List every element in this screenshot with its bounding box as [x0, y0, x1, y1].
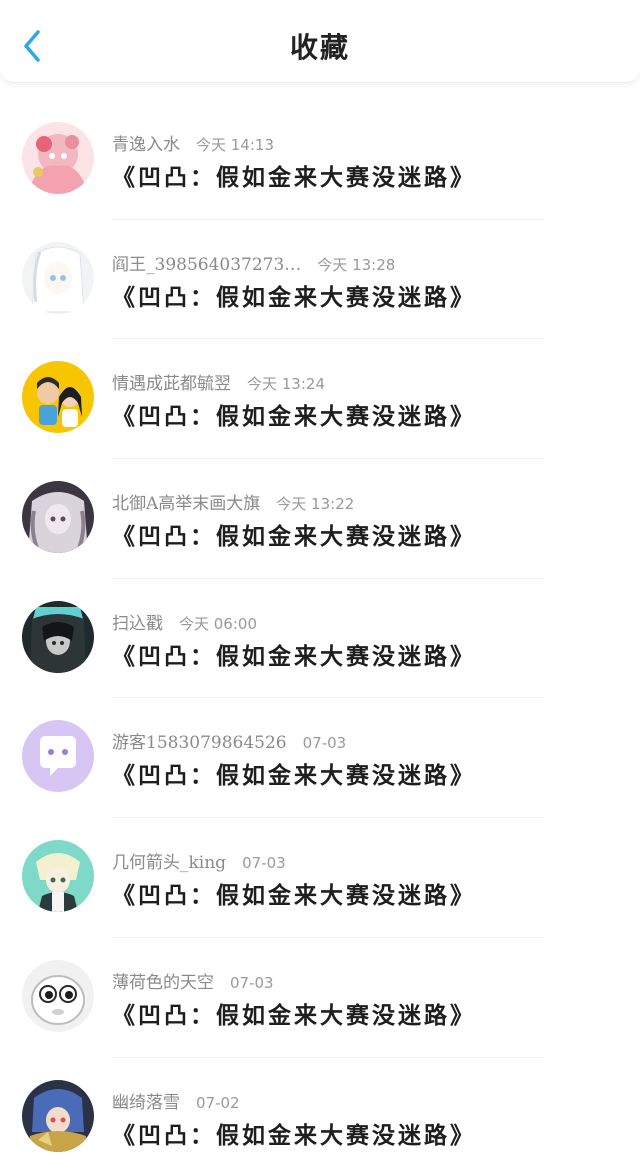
favorites-page: 收藏 青逸入水 今天 14:13 《凹凸：假如金来大赛没迷路》 阎王_39856… — [0, 0, 640, 1164]
header-bar: 收藏 — [0, 0, 640, 83]
favorite-title[interactable]: 《凹凸：假如金来大赛没迷路》 — [112, 517, 476, 551]
timestamp: 07-03 — [302, 734, 347, 753]
favorite-item[interactable]: 情遇成茈都毓翌 今天 13:24 《凹凸：假如金来大赛没迷路》 — [0, 339, 640, 459]
avatar[interactable] — [22, 600, 94, 673]
favorite-item[interactable]: 北御A高举末画大旗 今天 13:22 《凹凸：假如金来大赛没迷路》 — [0, 459, 640, 579]
avatar[interactable] — [22, 720, 94, 793]
favorites-list: 青逸入水 今天 14:13 《凹凸：假如金来大赛没迷路》 阎王_398564037… — [0, 100, 640, 1164]
user-avatar-icon — [22, 840, 94, 913]
favorite-meta: 幽绮落雪 07-02 — [112, 1088, 240, 1113]
username: 游客1583079864526 — [112, 733, 287, 754]
timestamp: 今天 13:22 — [276, 495, 355, 514]
favorite-title[interactable]: 《凹凸：假如金来大赛没迷路》 — [112, 397, 476, 431]
username: 阎王_398564037273… — [112, 254, 302, 275]
favorite-meta: 游客1583079864526 07-03 — [112, 728, 346, 753]
avatar[interactable] — [22, 122, 94, 194]
timestamp: 今天 14:13 — [196, 136, 274, 154]
timestamp: 07-03 — [242, 854, 286, 873]
avatar[interactable] — [22, 1079, 94, 1152]
username: 扫込戳 — [112, 613, 163, 634]
timestamp: 今天 13:24 — [247, 375, 325, 394]
timestamp: 今天 13:28 — [317, 255, 396, 274]
user-avatar-icon — [22, 1079, 94, 1152]
user-avatar-icon — [22, 600, 94, 673]
username: 薄荷色的天空 — [112, 972, 214, 993]
favorite-meta: 几何箭头_king 07-03 — [112, 848, 286, 873]
favorite-meta: 情遇成茈都毓翌 今天 13:24 — [112, 369, 325, 394]
favorite-title[interactable]: 《凹凸：假如金来大赛没迷路》 — [112, 158, 476, 192]
favorite-item[interactable]: 青逸入水 今天 14:13 《凹凸：假如金来大赛没迷路》 — [0, 100, 640, 220]
chat-bubble-icon — [22, 720, 94, 793]
favorite-item[interactable]: 游客1583079864526 07-03 《凹凸：假如金来大赛没迷路》 — [0, 698, 640, 818]
favorite-item[interactable]: 几何箭头_king 07-03 《凹凸：假如金来大赛没迷路》 — [0, 818, 640, 938]
favorite-item[interactable]: 幽绮落雪 07-02 《凹凸：假如金来大赛没迷路》 — [0, 1058, 640, 1164]
favorite-meta: 薄荷色的天空 07-03 — [112, 968, 274, 993]
page-title: 收藏 — [289, 31, 350, 64]
favorite-title[interactable]: 《凹凸：假如金来大赛没迷路》 — [112, 278, 476, 312]
favorite-title[interactable]: 《凹凸：假如金来大赛没迷路》 — [112, 637, 476, 671]
avatar[interactable] — [22, 959, 94, 1032]
timestamp: 今天 06:00 — [179, 614, 257, 633]
favorite-item[interactable]: 阎王_398564037273… 今天 13:28 《凹凸：假如金来大赛没迷路》 — [0, 220, 640, 340]
user-avatar-icon — [22, 241, 94, 314]
username: 幽绮落雪 — [112, 1092, 180, 1113]
favorite-title[interactable]: 《凹凸：假如金来大赛没迷路》 — [112, 756, 476, 790]
timestamp: 07-02 — [196, 1093, 240, 1112]
favorite-meta: 扫込戳 今天 06:00 — [112, 609, 257, 634]
avatar[interactable] — [22, 840, 94, 913]
user-avatar-icon — [22, 959, 94, 1032]
favorite-title[interactable]: 《凹凸：假如金来大赛没迷路》 — [112, 876, 476, 910]
username: 情遇成茈都毓翌 — [112, 374, 231, 395]
username: 北御A高举末画大旗 — [112, 494, 261, 515]
favorite-meta: 青逸入水 今天 14:13 — [112, 130, 274, 155]
favorite-item[interactable]: 薄荷色的天空 07-03 《凹凸：假如金来大赛没迷路》 — [0, 938, 640, 1058]
timestamp: 07-03 — [230, 973, 274, 992]
avatar[interactable] — [22, 361, 94, 434]
favorite-meta: 北御A高举末画大旗 今天 13:22 — [112, 489, 354, 514]
user-avatar-icon — [22, 122, 94, 194]
favorite-meta: 阎王_398564037273… 今天 13:28 — [112, 250, 395, 275]
user-avatar-icon — [22, 361, 94, 434]
username: 几何箭头_king — [112, 853, 227, 874]
user-avatar-icon — [22, 481, 94, 554]
favorite-title[interactable]: 《凹凸：假如金来大赛没迷路》 — [112, 996, 476, 1030]
avatar[interactable] — [22, 241, 94, 314]
favorite-item[interactable]: 扫込戳 今天 06:00 《凹凸：假如金来大赛没迷路》 — [0, 579, 640, 699]
avatar[interactable] — [22, 481, 94, 554]
favorite-title[interactable]: 《凹凸：假如金来大赛没迷路》 — [112, 1116, 476, 1150]
username: 青逸入水 — [112, 135, 180, 155]
